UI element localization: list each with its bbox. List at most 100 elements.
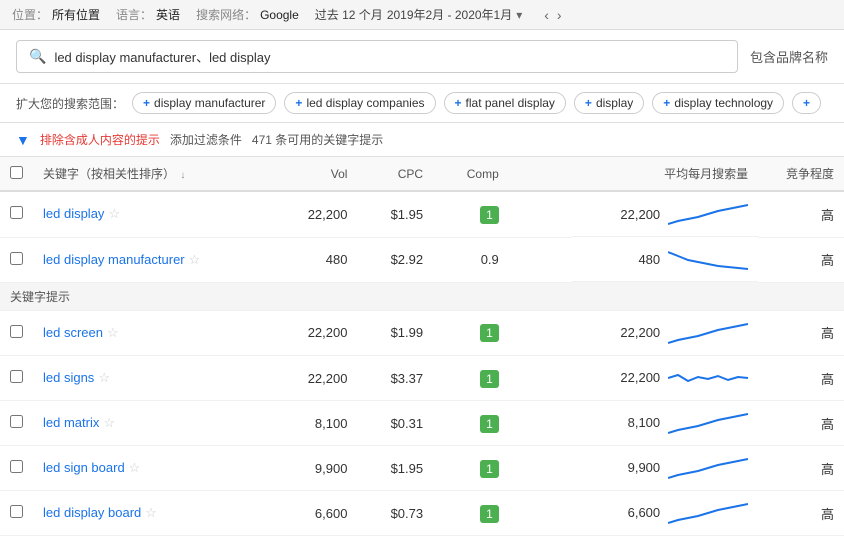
monthly-cell: 22,200 <box>572 356 758 401</box>
monthly-vol: 6,600 <box>628 505 661 520</box>
location-label: 位置： <box>12 6 48 23</box>
row-checkbox[interactable] <box>10 460 23 473</box>
comp-cell: 1 <box>433 356 509 401</box>
star-icon[interactable]: ☆ <box>103 415 115 430</box>
chip-display[interactable]: + display <box>574 92 644 114</box>
nav-arrows: ‹ › <box>542 7 563 23</box>
chip-plus-icon: + <box>585 96 592 110</box>
comp-badge: 1 <box>480 324 499 342</box>
chip-led-display-companies[interactable]: + led display companies <box>284 92 435 114</box>
sparkline <box>668 408 748 438</box>
sparkline <box>668 318 748 348</box>
add-filter-button[interactable]: 添加过滤条件 <box>170 131 242 148</box>
star-icon[interactable]: ☆ <box>189 252 201 267</box>
chip-plus-icon: + <box>455 96 462 110</box>
network-label: 搜索网络： <box>196 6 256 23</box>
th-checkbox <box>0 157 33 191</box>
brand-label: 包含品牌名称 <box>750 47 828 66</box>
table-row: led display manufacturer☆480$2.920.9480 … <box>0 237 844 282</box>
chip-label: led display companies <box>306 96 424 110</box>
keyword-link[interactable]: led sign board <box>43 460 125 475</box>
expand-label: 扩大您的搜索范围： <box>16 95 124 112</box>
chip-label: flat panel display <box>466 96 555 110</box>
language-item: 语言： 英语 <box>116 6 180 23</box>
star-icon[interactable]: ☆ <box>129 460 141 475</box>
keyword-link[interactable]: led display manufacturer <box>43 252 185 267</box>
keyword-table-wrap: 关键字（按相关性排序） ↓ Vol CPC Comp 平均每月搜索量 竞争程度 … <box>0 157 844 536</box>
comp-cell: 1 <box>433 191 509 237</box>
dropdown-icon[interactable]: ▾ <box>516 8 522 22</box>
competition-cell: 高 <box>758 491 844 536</box>
section-label: 关键字提示 <box>0 282 844 310</box>
monthly-vol: 8,100 <box>628 415 661 430</box>
monthly-cell: 6,600 <box>572 491 758 536</box>
cpc-cell: $1.95 <box>357 191 433 237</box>
exclude-adult-filter[interactable]: 排除含成人内容的提示 <box>40 131 160 148</box>
comp-cell: 0.9 <box>433 237 509 282</box>
next-arrow[interactable]: › <box>555 7 564 23</box>
chip-label: display <box>596 96 633 110</box>
filter-icon: ▼ <box>16 132 30 148</box>
vol-cell: 22,200 <box>257 191 358 237</box>
search-icon: 🔍 <box>29 48 46 65</box>
chip-flat-panel-display[interactable]: + flat panel display <box>444 92 566 114</box>
monthly-vol: 22,200 <box>620 207 660 222</box>
row-checkbox[interactable] <box>10 415 23 428</box>
monthly-vol: 9,900 <box>628 460 661 475</box>
comp-cell: 1 <box>433 310 509 356</box>
section-header-row: 关键字提示 <box>0 282 844 310</box>
table-row: led display☆22,200$1.95122,200 高 <box>0 191 844 237</box>
table-row: led screen☆22,200$1.99122,200 高 <box>0 310 844 356</box>
vol-cell: 6,600 <box>257 491 358 536</box>
period-label: 过去 12 个月 <box>315 6 383 23</box>
row-checkbox[interactable] <box>10 370 23 383</box>
row-checkbox[interactable] <box>10 325 23 338</box>
star-icon[interactable]: ☆ <box>98 370 110 385</box>
comp-cell: 1 <box>433 491 509 536</box>
vol-cell: 8,100 <box>257 401 358 446</box>
row-checkbox[interactable] <box>10 206 23 219</box>
select-all-checkbox[interactable] <box>10 166 23 179</box>
keyword-link[interactable]: led display <box>43 206 104 221</box>
location-value: 所有位置 <box>52 6 100 23</box>
th-monthly: 平均每月搜索量 <box>572 157 758 191</box>
expand-bar: 扩大您的搜索范围： + display manufacturer + led d… <box>0 84 844 123</box>
comp-badge: 1 <box>480 460 499 478</box>
network-value: Google <box>260 8 299 22</box>
row-checkbox[interactable] <box>10 505 23 518</box>
chip-display-technology[interactable]: + display technology <box>652 92 784 114</box>
comp-cell: 1 <box>433 401 509 446</box>
vol-cell: 480 <box>257 237 358 282</box>
star-icon[interactable]: ☆ <box>108 206 120 221</box>
sparkline <box>668 244 748 274</box>
vol-cell: 9,900 <box>257 446 358 491</box>
filter-bar: ▼ 排除含成人内容的提示 添加过滤条件 471 条可用的关键字提示 <box>0 123 844 157</box>
star-icon[interactable]: ☆ <box>107 325 119 340</box>
date-range-item: 过去 12 个月 2019年2月 - 2020年1月 ▾ <box>315 6 522 23</box>
chip-display-manufacturer[interactable]: + display manufacturer <box>132 92 276 114</box>
prev-arrow[interactable]: ‹ <box>542 7 551 23</box>
keyword-link[interactable]: led matrix <box>43 415 99 430</box>
vol-cell: 22,200 <box>257 310 358 356</box>
keyword-link[interactable]: led screen <box>43 325 103 340</box>
chip-more[interactable]: + <box>792 92 821 114</box>
vol-cell: 22,200 <box>257 356 358 401</box>
star-icon[interactable]: ☆ <box>145 505 157 520</box>
table-row: led matrix☆8,100$0.3118,100 高 <box>0 401 844 446</box>
competition-cell: 高 <box>758 356 844 401</box>
chip-plus-icon: + <box>143 96 150 110</box>
location-item: 位置： 所有位置 <box>12 6 100 23</box>
table-row: led sign board☆9,900$1.9519,900 高 <box>0 446 844 491</box>
lang-value: 英语 <box>156 6 180 23</box>
top-bar: 位置： 所有位置 语言： 英语 搜索网络： Google 过去 12 个月 20… <box>0 0 844 30</box>
monthly-cell: 22,200 <box>572 192 758 237</box>
comp-badge: 1 <box>480 206 499 224</box>
th-cpc: CPC <box>357 157 433 191</box>
monthly-cell: 8,100 <box>572 401 758 446</box>
competition-cell: 高 <box>758 401 844 446</box>
keyword-link[interactable]: led signs <box>43 370 94 385</box>
row-checkbox[interactable] <box>10 252 23 265</box>
keyword-link[interactable]: led display board <box>43 505 141 520</box>
search-input-wrap[interactable]: 🔍 led display manufacturer、led display <box>16 40 738 73</box>
th-keyword[interactable]: 关键字（按相关性排序） ↓ <box>33 157 257 191</box>
